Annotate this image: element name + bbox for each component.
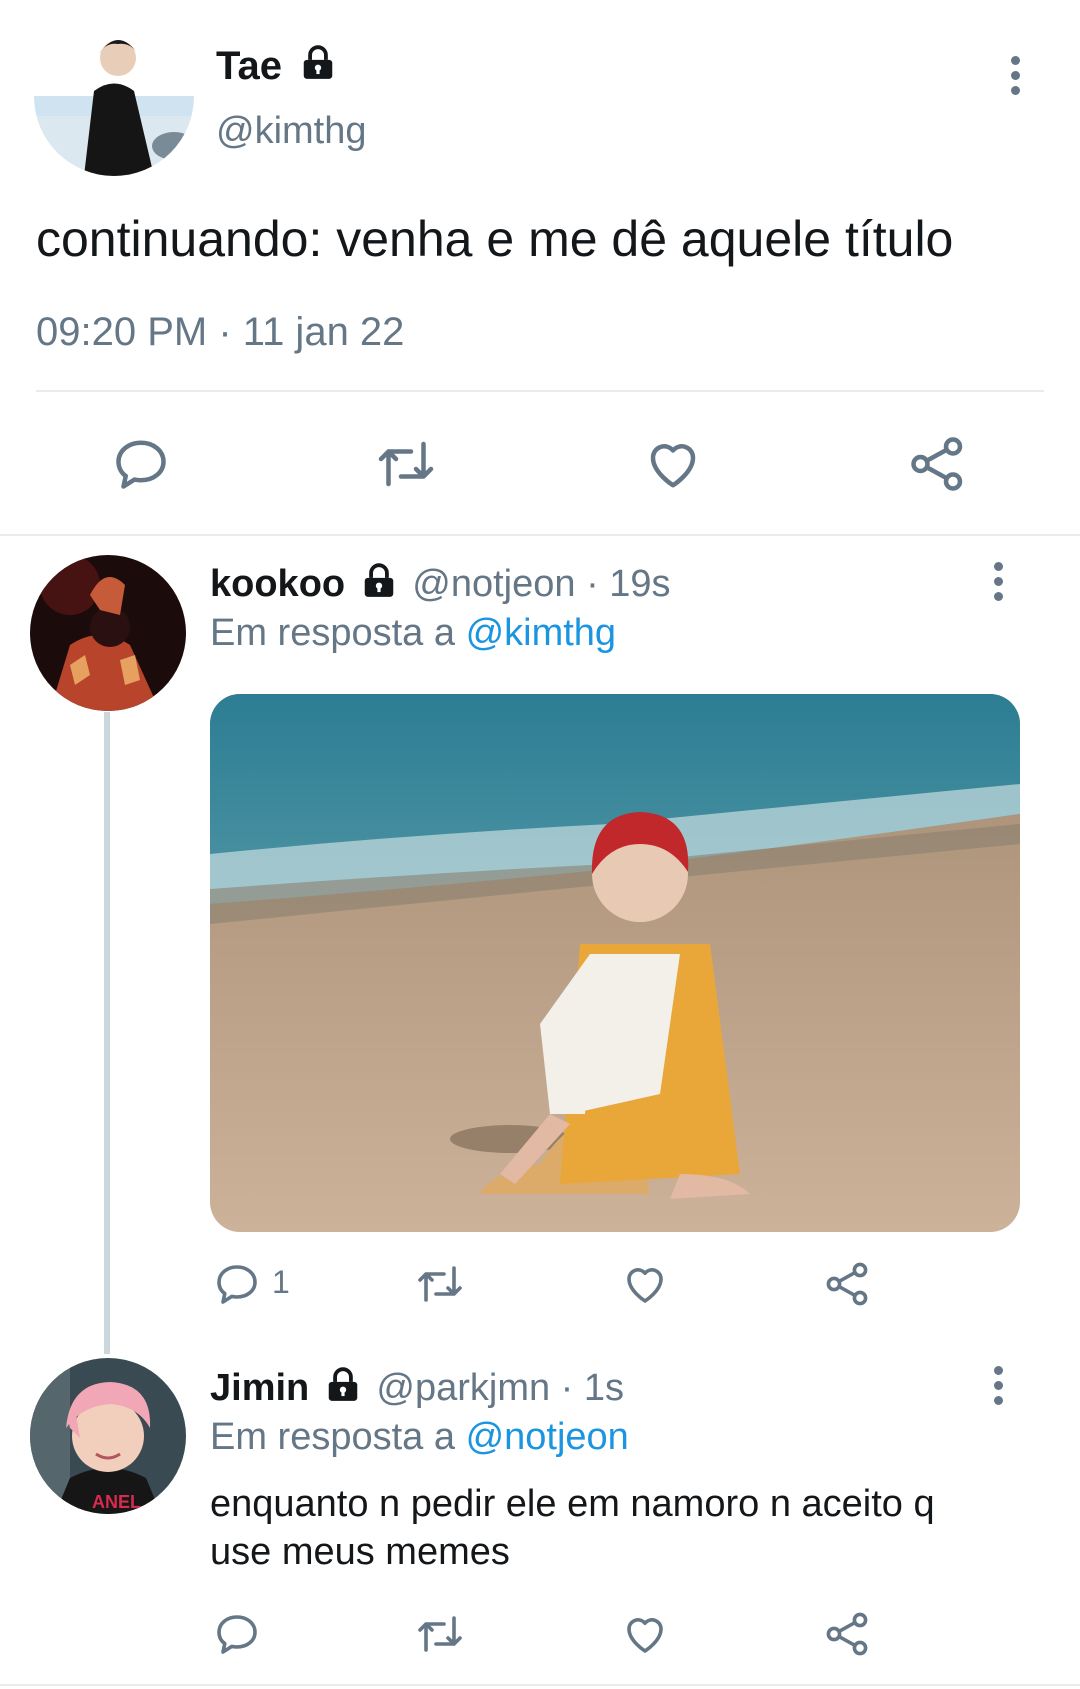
reply1-reply-context: Em resposta a @kimthg <box>210 612 616 655</box>
reply1-header: kookoo @notjeon · 19s <box>210 562 671 610</box>
share-icon[interactable] <box>908 434 968 494</box>
reply2-more-icon[interactable] <box>994 1366 1006 1411</box>
reply2-text-line1: enquanto n pedir ele em namoro n aceito … <box>210 1483 935 1525</box>
reply-icon[interactable] <box>213 1610 261 1658</box>
tweet-date: 11 jan 22 <box>242 310 405 354</box>
display-name-text: Tae <box>216 44 282 88</box>
reply1-mention-link[interactable]: @kimthg <box>466 612 617 654</box>
thread-connector-line <box>104 712 110 1354</box>
retweet-icon[interactable] <box>413 1260 467 1308</box>
like-icon[interactable] <box>620 1260 670 1308</box>
reply1-avatar[interactable] <box>30 555 186 711</box>
reply1-reply-count: 1 <box>272 1264 290 1300</box>
main-tweet-text: continuando: venha e me dê aquele título <box>36 211 954 267</box>
main-tweet-timestamp: 09:20 PM · 11 jan 22 <box>36 310 404 355</box>
lock-icon <box>324 1366 362 1414</box>
reply2-time: · 1s <box>560 1367 625 1410</box>
like-icon[interactable] <box>642 434 704 494</box>
reply-icon[interactable] <box>111 434 171 494</box>
reply2-text: enquanto n pedir ele em namoro n aceito … <box>210 1480 935 1576</box>
reply-icon[interactable] <box>213 1260 261 1308</box>
main-tweet-display-name[interactable]: Tae <box>216 44 337 92</box>
reply-prefix: Em resposta a <box>210 612 455 654</box>
reply1-time: · 19s <box>586 563 671 606</box>
lock-icon <box>299 44 337 92</box>
reply2-text-line2: use meus memes <box>210 1531 510 1573</box>
retweet-icon[interactable] <box>373 434 439 494</box>
retweet-icon[interactable] <box>413 1610 467 1658</box>
reply2-handle[interactable]: @parkjmn <box>376 1367 550 1409</box>
reply1-display-name[interactable]: kookoo <box>210 563 345 605</box>
svg-text:ANEL: ANEL <box>92 1492 141 1512</box>
timestamp-separator: · <box>218 310 232 354</box>
like-icon[interactable] <box>620 1610 670 1658</box>
reply2-reply-context: Em resposta a @notjeon <box>210 1416 629 1459</box>
tweet-time: 09:20 PM <box>36 310 208 354</box>
lock-icon <box>360 562 398 610</box>
main-tweet-more-icon[interactable] <box>1011 56 1023 101</box>
share-icon[interactable] <box>824 1610 872 1658</box>
bottom-divider <box>0 1684 1080 1686</box>
main-tweet-divider <box>36 390 1044 392</box>
reply1-handle[interactable]: @notjeon <box>412 563 575 605</box>
reply2-display-name[interactable]: Jimin <box>210 1367 309 1409</box>
reply1-media-image[interactable] <box>210 694 1020 1232</box>
main-tweet-handle[interactable]: @kimthg <box>216 110 367 153</box>
reply1-more-icon[interactable] <box>994 562 1006 607</box>
thread-divider <box>0 534 1080 536</box>
share-icon[interactable] <box>824 1260 872 1308</box>
reply2-header: Jimin @parkjmn · 1s <box>210 1366 624 1414</box>
reply2-mention-link[interactable]: @notjeon <box>466 1416 629 1458</box>
reply2-avatar[interactable]: ANEL <box>30 1358 186 1514</box>
main-tweet-avatar[interactable] <box>34 16 194 176</box>
reply-prefix: Em resposta a <box>210 1416 455 1458</box>
